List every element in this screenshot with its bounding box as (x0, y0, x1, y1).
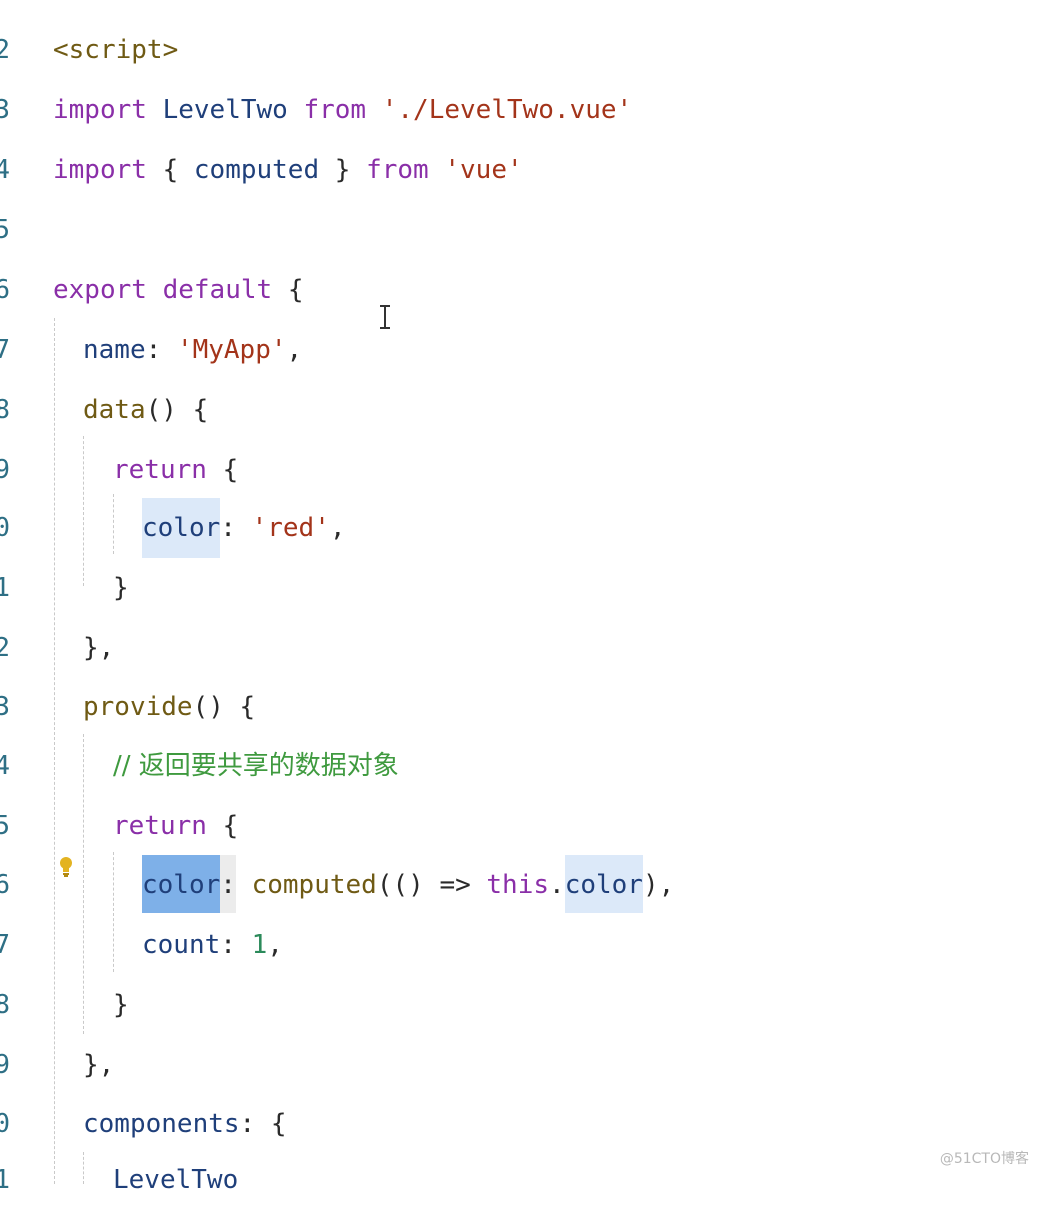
token: data (83, 395, 146, 425)
token: 'MyApp' (176, 335, 287, 365)
line-number: 1 (0, 573, 10, 603)
token: computed (251, 870, 377, 900)
token: }, (83, 633, 115, 663)
token: . (549, 870, 565, 900)
token-highlighted: color (564, 855, 643, 913)
line-number: 3 (0, 692, 10, 722)
comment: // 返回要共享的数据对象 (113, 751, 399, 781)
code-line: 7 name: 'MyApp', (0, 320, 1041, 380)
token: { (239, 692, 256, 722)
token: (() => (376, 870, 487, 900)
token: provide (83, 692, 193, 722)
token: : (220, 855, 236, 913)
code-line: 1 } (0, 558, 1041, 618)
token: export (53, 275, 147, 305)
line-number: 9 (0, 1050, 10, 1080)
token: : (239, 1109, 256, 1139)
code-line: 1 LevelTwo (0, 1150, 1041, 1210)
token: } (113, 990, 129, 1020)
code-line: 7 count: 1, (0, 915, 1041, 975)
line-number: 9 (0, 455, 10, 485)
token: './LevelTwo.vue' (381, 95, 633, 125)
code-line: 3 provide() { (0, 677, 1041, 737)
token: , (329, 513, 346, 543)
code-line: 5 (0, 200, 1041, 260)
line-number: 4 (0, 751, 10, 781)
token: : (220, 513, 236, 543)
line-number: 0 (0, 1109, 10, 1139)
token: , (286, 335, 303, 365)
code-line-active: 6 color: computed(() => this.color), (0, 855, 1041, 915)
token: count (142, 930, 221, 960)
code-line: 0 color: 'red', (0, 498, 1041, 558)
line-number: 8 (0, 395, 10, 425)
watermark: @51CTO博客 (939, 1151, 1029, 1167)
code-line: 0 components: { (0, 1094, 1041, 1154)
token: }, (83, 1050, 115, 1080)
code-line: 6 export default { (0, 260, 1041, 320)
token: : (220, 930, 236, 960)
token: } (113, 573, 129, 603)
token: from (303, 95, 367, 125)
token: { (162, 155, 194, 185)
line-number: 4 (0, 155, 10, 185)
token: default (162, 275, 273, 305)
code-line: 4 import { computed } from 'vue' (0, 140, 1041, 200)
token: , (267, 930, 283, 960)
text-cursor-icon (380, 305, 390, 329)
code-line: 9 }, (0, 1035, 1041, 1095)
token: { (222, 455, 239, 485)
code-line: 9 return { (0, 440, 1041, 500)
token: () (192, 692, 224, 722)
token: { (270, 1109, 287, 1139)
token: : (145, 335, 162, 365)
code-editor[interactable]: 2 <script> 3 import LevelTwo from './Lev… (0, 0, 1041, 1195)
token: name (83, 335, 146, 365)
lightbulb-icon[interactable] (58, 856, 74, 878)
token: LevelTwo (113, 1165, 239, 1195)
token: 'vue' (444, 155, 523, 185)
line-number: 6 (0, 275, 10, 305)
token: import (53, 155, 147, 185)
code-line: 4 // 返回要共享的数据对象 (0, 736, 1041, 796)
line-number: 3 (0, 95, 10, 125)
code-line: 8 } (0, 975, 1041, 1035)
token: this (486, 870, 550, 900)
line-number: 2 (0, 633, 10, 663)
token: { (287, 275, 304, 305)
line-number: 6 (0, 870, 10, 900)
line-number: 7 (0, 930, 10, 960)
token: LevelTwo (162, 95, 288, 125)
line-number: 8 (0, 990, 10, 1020)
code-line: 8 data() { (0, 380, 1041, 440)
token: components (83, 1109, 240, 1139)
token: } (319, 155, 351, 185)
token-selected: color (142, 855, 221, 913)
token: <script> (53, 35, 179, 65)
line-number: 5 (0, 215, 10, 245)
line-number: 7 (0, 335, 10, 365)
token: computed (193, 155, 320, 185)
token-highlighted: color (142, 498, 221, 558)
token: import (53, 95, 147, 125)
code-line: 5 return { (0, 796, 1041, 856)
line-number: 2 (0, 35, 10, 65)
token: return (113, 811, 207, 841)
token: () (145, 395, 177, 425)
code-line: 2 <script> (0, 20, 1041, 80)
token: ), (642, 870, 675, 900)
token: 'red' (251, 513, 330, 543)
line-number: 0 (0, 513, 10, 543)
token: { (222, 811, 239, 841)
line-number: 5 (0, 811, 10, 841)
token: from (366, 155, 429, 185)
token: { (192, 395, 209, 425)
code-line: 2 }, (0, 618, 1041, 678)
token: return (113, 455, 207, 485)
code-line: 3 import LevelTwo from './LevelTwo.vue' (0, 80, 1041, 140)
line-number: 1 (0, 1165, 10, 1195)
token: 1 (251, 930, 268, 960)
